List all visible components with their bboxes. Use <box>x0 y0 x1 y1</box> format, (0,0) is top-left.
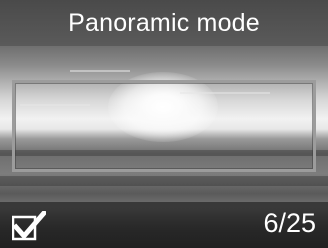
mode-title: Panoramic mode <box>68 8 260 37</box>
sea-band <box>0 176 328 186</box>
checkmark-icon[interactable] <box>12 211 46 241</box>
camera-preview-screen: Panoramic mode 6/25 <box>0 0 328 248</box>
image-counter: 6/25 <box>263 208 316 238</box>
title-bar: Panoramic mode <box>0 0 328 46</box>
cloud-streak <box>70 70 130 72</box>
panorama-frame <box>12 80 316 172</box>
